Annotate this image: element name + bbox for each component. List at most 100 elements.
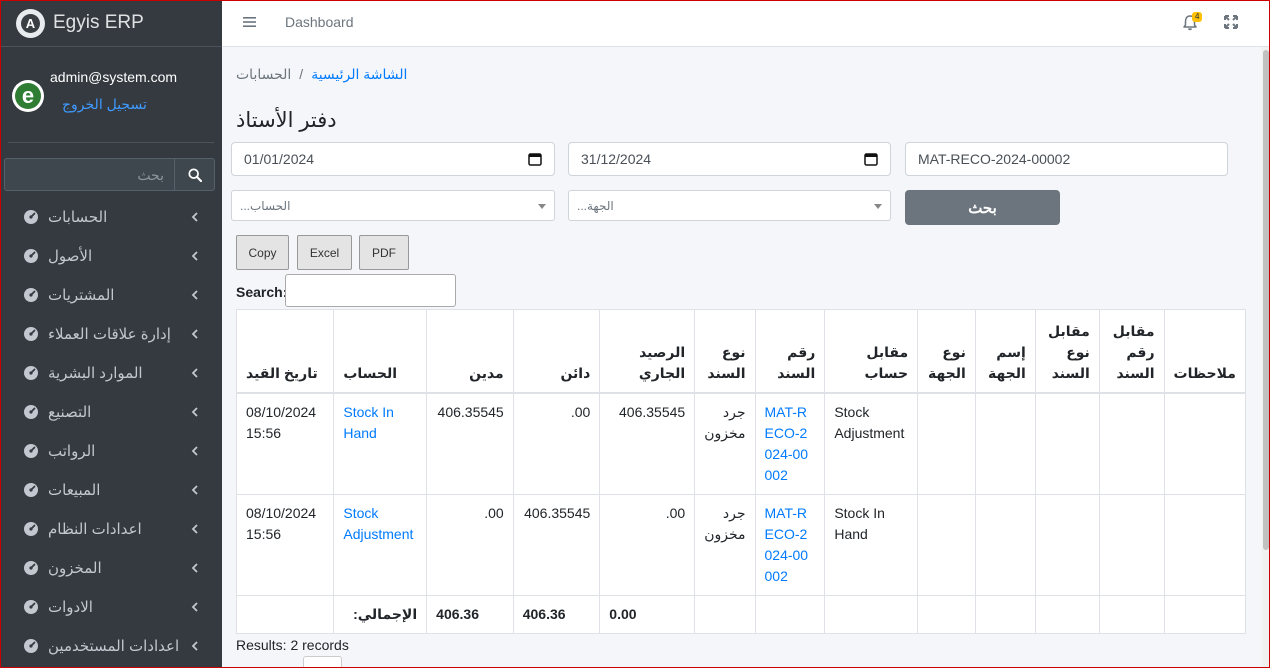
gauge-icon [24,365,38,380]
sidebar-item-label: اعدادات المستخدمين [48,637,180,655]
search-button[interactable]: بحث [905,190,1060,225]
sidebar-item[interactable]: اعدادات المستخدمين [0,626,222,665]
scrollbar-thumb[interactable] [1263,50,1269,550]
cell-against-account: Stock In Hand [824,493,919,596]
col-balance[interactable]: الرصيد الجاري [599,309,696,394]
date-to-input[interactable]: 31/12/2024 [568,142,891,176]
calendar-icon[interactable] [864,152,878,166]
sidebar-item-label: إدارة علاقات العملاء [48,325,171,343]
sidebar-search-input[interactable] [4,158,174,191]
chevron-left-icon [191,523,198,534]
date-from-value: 01/01/2024 [244,151,315,167]
sidebar-item[interactable]: المخزون [0,548,222,587]
cell-debit: .00 [426,493,514,596]
brand[interactable]: A Egyis ERP [0,0,222,47]
topbar: Dashboard 4 [222,0,1270,47]
sidebar-search [4,158,215,191]
pagination-button[interactable] [303,656,342,668]
table-header-row: تاريخ القيد الحساب مدين دائن الرصيد الجا… [235,309,1247,394]
cell-voucher-no-link[interactable]: MAT-RECO-2024-00002 [765,503,809,587]
cell-remarks [1163,493,1247,596]
col-against-account[interactable]: مقابل حساب [824,309,919,394]
fullscreen-icon[interactable] [1224,15,1238,29]
cell-party-type [917,392,976,495]
col-remarks[interactable]: ملاحظات [1163,309,1247,394]
account-select-placeholder: الحساب... [240,198,291,213]
footer-debit-total: 406.36 [426,594,514,634]
col-credit[interactable]: دائن [512,309,601,394]
cell-account: Stock In Hand [333,392,428,495]
chevron-left-icon [191,328,198,339]
col-debit[interactable]: مدين [426,309,514,394]
date-to-value: 31/12/2024 [581,151,652,167]
sidebar-item[interactable]: التصنيع [0,392,222,431]
col-account[interactable]: الحساب [333,309,428,394]
breadcrumb-home[interactable]: الشاشة الرئيسية [311,66,407,82]
sidebar-item[interactable]: المبيعات [0,470,222,509]
table-row: 08/10/2024 15:56 Stock In Hand 406.35545.0… [235,392,1247,495]
table-search-input[interactable] [285,274,456,307]
sidebar-item[interactable]: الأصول [0,236,222,275]
breadcrumb: الشاشة الرئيسية / الحسابات [236,66,407,83]
col-date[interactable]: تاريخ القيد [235,309,335,394]
sidebar-item-label: الرواتب [48,442,96,460]
cell-account-link[interactable]: Stock In Hand [343,404,394,441]
cell-voucher-no: MAT-RECO-2024-00002 [754,392,826,495]
sidebar-item-label: المبيعات [48,481,101,499]
sidebar-item[interactable]: الحسابات [0,197,222,236]
brand-name: Egyis ERP [53,12,144,33]
cell-voucher-no-link[interactable]: MAT-RECO-2024-00002 [765,402,809,486]
col-party-type[interactable]: نوع الجهة [917,309,976,394]
dashboard-link[interactable]: Dashboard [285,14,354,30]
sidebar-item-label: المخزون [48,559,102,577]
col-party-name[interactable]: إسم الجهة [974,309,1036,394]
sidebar: A Egyis ERP e admin@system.com تسجيل الخ… [0,0,222,668]
col-against-voucher-no[interactable]: مقابل رقم السند [1098,309,1165,394]
copy-button[interactable]: Copy [236,235,289,270]
sidebar-item[interactable]: الموارد البشرية [0,353,222,392]
footer-empty [235,594,335,634]
sidebar-item[interactable]: الرواتب [0,431,222,470]
user-email: admin@system.com [50,69,178,85]
sidebar-item[interactable]: الادوات [0,587,222,626]
gauge-icon [24,638,38,653]
sidebar-nav: الحسابات الأصول المشتريات إدارة علاقات العم… [0,197,222,665]
reference-input[interactable]: MAT-RECO-2024-00002 [905,142,1228,176]
sidebar-item[interactable]: اعدادات النظام [0,509,222,548]
cell-date: 08/10/2024 15:56 [235,493,335,596]
col-against-voucher-type[interactable]: مقابل نوع السند [1034,309,1100,394]
calendar-icon[interactable] [528,152,542,166]
cell-account-link[interactable]: Stock Adjustment [343,505,413,542]
excel-button[interactable]: Excel [297,235,352,270]
breadcrumb-separator: / [299,66,304,82]
party-select[interactable]: الجهة... [568,190,891,221]
chevron-left-icon [191,445,198,456]
cell-credit: 406.35545 [512,493,601,596]
date-from-input[interactable]: 01/01/2024 [231,142,555,176]
hamburger-icon[interactable] [242,14,258,30]
sidebar-item-label: الحسابات [48,208,108,226]
chevron-left-icon [191,562,198,573]
chevron-left-icon [191,640,198,651]
page-title: دفتر الأستاذ [236,109,337,132]
table-row: 08/10/2024 15:56 Stock Adjustment .00 406.3… [235,493,1247,596]
party-select-placeholder: الجهة... [577,198,614,213]
cell-credit: .00 [512,392,601,495]
cell-account: Stock Adjustment [333,493,428,596]
sidebar-item[interactable]: إدارة علاقات العملاء [0,314,222,353]
ledger-table: تاريخ القيد الحساب مدين دائن الرصيد الجا… [235,309,1247,634]
col-voucher-type[interactable]: نوع السند [694,309,756,394]
brand-logo-letter: A [21,13,40,33]
col-voucher-no[interactable]: رقم السند [754,309,826,394]
account-select[interactable]: الحساب... [231,190,555,221]
sidebar-search-button[interactable] [174,158,215,191]
pdf-button[interactable]: PDF [359,235,409,270]
sidebar-item[interactable]: المشتريات [0,275,222,314]
avatar: e [12,80,44,112]
chevron-left-icon [191,367,198,378]
notification-badge: 4 [1192,12,1203,22]
logout-link[interactable]: تسجيل الخروج [62,96,147,113]
sidebar-item-label: اعدادات النظام [48,520,142,538]
cell-against-voucher-no [1098,392,1165,495]
gauge-icon [24,521,38,536]
